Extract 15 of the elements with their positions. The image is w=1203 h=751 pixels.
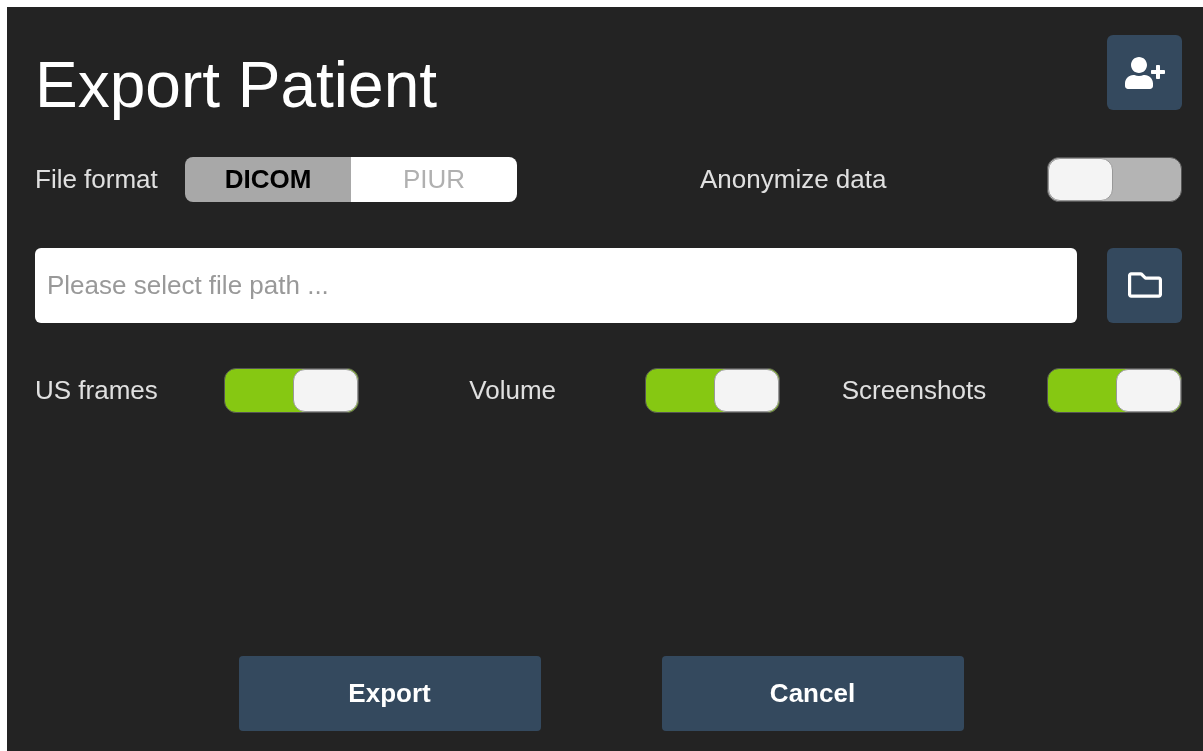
toggle-switch[interactable]: [224, 368, 360, 413]
toggle-switch[interactable]: [1047, 368, 1182, 413]
field-label: File format: [35, 163, 159, 196]
action-button[interactable]: Export: [238, 656, 541, 731]
add-patient-button[interactable]: [1107, 35, 1182, 110]
action-button[interactable]: Cancel: [661, 656, 964, 731]
option-label: Screenshots: [841, 374, 987, 407]
browse-folder-button[interactable]: [1107, 247, 1182, 323]
option-label: US frames: [35, 374, 158, 407]
toggle-switch[interactable]: [1047, 157, 1182, 202]
field-label: Anonymize data: [700, 163, 887, 196]
option-label: Volume: [469, 374, 557, 407]
file-path-field[interactable]: Please select file path ...: [35, 247, 1077, 323]
segment-option[interactable]: DICOM: [185, 157, 351, 202]
toggle-switch[interactable]: [644, 368, 780, 413]
